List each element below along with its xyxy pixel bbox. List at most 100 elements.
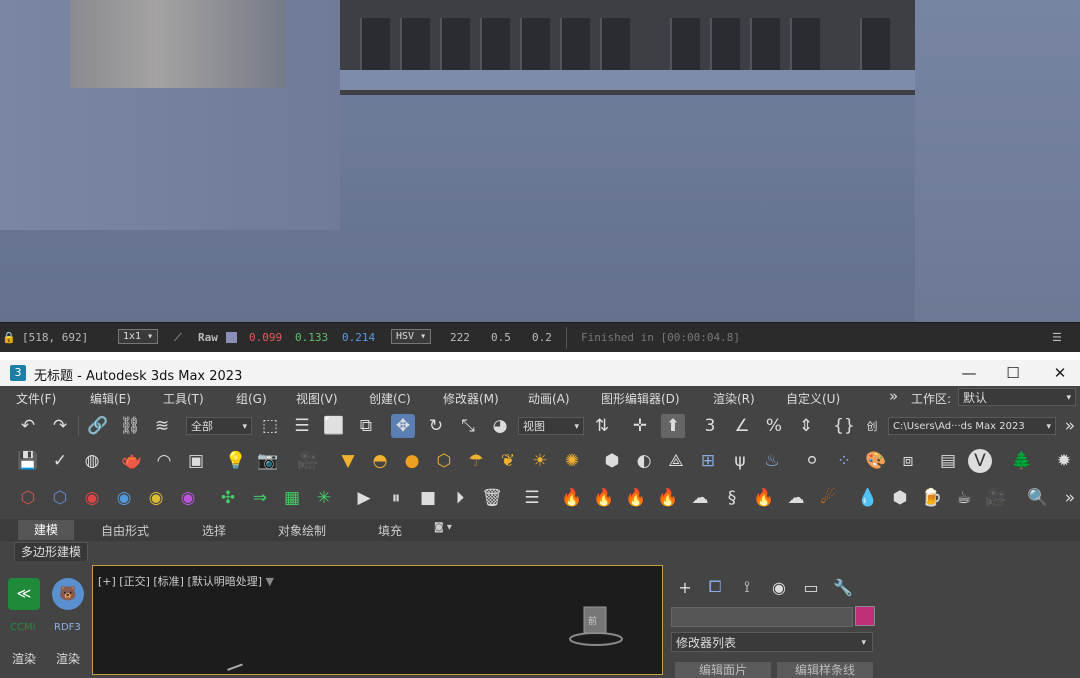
ball-icon[interactable]: ◐ [632,449,656,473]
percent-snap-icon[interactable]: % [762,414,786,438]
dome-light-icon[interactable]: ◠ [152,449,176,473]
menu-rendering[interactable]: 渲染(R) [713,390,755,407]
object-name-field[interactable] [671,607,853,627]
named-selection-icon[interactable]: {} [832,414,856,438]
ies-light-icon[interactable]: ⬡ [432,449,456,473]
camera-icon[interactable]: 📷 [256,449,280,473]
lock-icon[interactable]: 🔒 [2,331,16,344]
mushroom-light-icon[interactable]: ☂ [464,449,488,473]
light-bulb-icon[interactable]: 💡 [224,449,248,473]
select-object-icon[interactable]: ⬚ [258,414,282,438]
more-plugins-icon[interactable]: » [1058,486,1080,510]
viewport-front[interactable]: [+] [正交] [标准] [默认明暗处理] ▼ 前 [92,565,663,677]
zoom-select[interactable]: 1x1 ▾ [118,329,159,344]
menu-graph-editors[interactable]: 图形编辑器(D) [601,390,680,407]
trash-icon[interactable]: 🗑 [480,486,504,510]
cube-icon[interactable]: ⬢ [600,449,624,473]
fluid-icon[interactable]: ♨ [760,449,784,473]
green-gear-icon[interactable]: ✣ [216,486,240,510]
water-circle-icon[interactable]: ◉ [112,486,136,510]
more-toolbar-icon[interactable]: » [1058,414,1080,438]
teapot-icon[interactable]: 🫖 [120,449,144,473]
camera-rig-icon[interactable]: 🎥 [984,486,1008,510]
burst-light-icon[interactable]: ✺ [560,449,584,473]
display-tab-icon[interactable]: ▭ [799,575,823,599]
curve-icon[interactable]: ⟋ [174,331,182,345]
panel-toggle-icon[interactable]: ☰ [1052,331,1062,344]
comet-icon[interactable]: ☄ [816,486,840,510]
ice-cube-icon[interactable]: ⬢ [888,486,912,510]
box-icon[interactable]: ▣ [184,449,208,473]
create-selection-icon[interactable]: 创 [860,414,884,438]
workspace-select[interactable]: 默认 ▾ [958,388,1076,406]
edit-patch-button[interactable]: 编辑面片 [675,662,771,678]
select-scale-icon[interactable]: ⤡ [456,414,480,438]
sun-icon[interactable]: ☀ [528,449,552,473]
stop-icon[interactable]: ■ [416,486,440,510]
fire-icon-4[interactable]: 🔥 [656,486,680,510]
check-icon[interactable]: ✓ [48,449,72,473]
polygon-modeling-label[interactable]: 多边形建模 [14,542,89,562]
fire-icon-3[interactable]: 🔥 [624,486,648,510]
viewcube-icon[interactable]: 前 [568,602,628,652]
material-editor-icon[interactable]: ⧈ [896,449,920,473]
selection-filter-select[interactable]: 全部 ▾ [186,417,252,435]
spot-light-icon[interactable]: ▼ [336,449,360,473]
search-zoom-icon[interactable]: 🔍 [1026,486,1050,510]
green-arrow-icon[interactable]: ⇒ [248,486,272,510]
link-icon[interactable]: 🔗 [86,414,110,438]
fire-icon-5[interactable]: 🔥 [752,486,776,510]
red-cube-icon[interactable]: ⬡ [16,486,40,510]
close-button[interactable]: ✕ [1047,362,1073,384]
unlink-icon[interactable]: ⛓ [118,414,142,438]
play-icon[interactable]: ▶ [352,486,376,510]
select-rotate-icon[interactable]: ↻ [424,414,448,438]
grass-icon[interactable]: ψ [728,449,752,473]
cup-icon[interactable]: ☕ [952,486,976,510]
maximize-button[interactable]: ☐ [1000,362,1026,384]
menu-animation[interactable]: 动画(A) [528,390,570,407]
checker-icon[interactable]: ▦ [280,486,304,510]
menu-group[interactable]: 组(G) [236,390,267,407]
pyramid-icon[interactable]: ⟁ [664,449,688,473]
menu-view[interactable]: 视图(V) [296,390,338,407]
angle-snap-icon[interactable]: ∠ [730,414,754,438]
project-path-select[interactable]: C:\Users\Ad···ds Max 2023 ▾ [888,417,1056,435]
modifier-list-select[interactable]: 修改器列表 ▾ [671,632,873,652]
render-label-1[interactable]: 渲染 [12,650,36,667]
blue-cube-icon[interactable]: ⬡ [48,486,72,510]
manipulate-icon[interactable]: ✛ [628,414,652,438]
video-camera-icon[interactable]: 🎥 [296,449,320,473]
smoke-icon-1[interactable]: ☁ [688,486,712,510]
material-ball-icon[interactable]: ⚪ [800,449,824,473]
tab-selection[interactable]: 选择 [202,522,226,539]
bind-spacewarp-icon[interactable]: ≋ [150,414,174,438]
tab-modeling[interactable]: 建模 [18,520,75,540]
hierarchy-tab-icon[interactable]: ⟟ [735,575,759,599]
menu-more-icon[interactable]: » [889,387,898,405]
smoke-icon-3[interactable]: ☁ [784,486,808,510]
pause-icon[interactable]: ⏸ [384,486,408,510]
grid-icon[interactable]: ⊞ [696,449,720,473]
multi-ball-icon[interactable]: ⁘ [832,449,856,473]
menu-modifiers[interactable]: 修改器(M) [443,390,499,407]
undo-icon[interactable]: ↶ [16,414,40,438]
modify-tab-icon[interactable]: ⧠ [703,575,727,599]
ribbon-options-icon[interactable]: ◙ ▾ [434,522,452,533]
viewport-label[interactable]: [+] [正交] [标准] [默认明暗处理] ▼ [98,573,274,589]
yellow-circle-icon[interactable]: ◉ [144,486,168,510]
film-reel-icon[interactable]: ✹ [1052,449,1076,473]
rdf3-icon[interactable]: 🐻 [52,578,84,610]
object-color-swatch[interactable] [855,606,875,626]
list-icon[interactable]: ☰ [520,486,544,510]
minimize-button[interactable]: — [956,362,982,384]
tab-freeform[interactable]: 自由形式 [101,522,149,539]
spinner-snap-icon[interactable]: ⇕ [794,414,818,438]
fire-circle-icon[interactable]: ◉ [80,486,104,510]
vray-icon[interactable]: V [968,449,992,473]
spiral-icon[interactable]: ◍ [80,449,104,473]
create-tab-icon[interactable]: + [673,575,697,599]
menu-tools[interactable]: 工具(T) [163,390,204,407]
ccmi-icon[interactable]: ≪ [8,578,40,610]
starburst-icon[interactable]: ✳ [312,486,336,510]
